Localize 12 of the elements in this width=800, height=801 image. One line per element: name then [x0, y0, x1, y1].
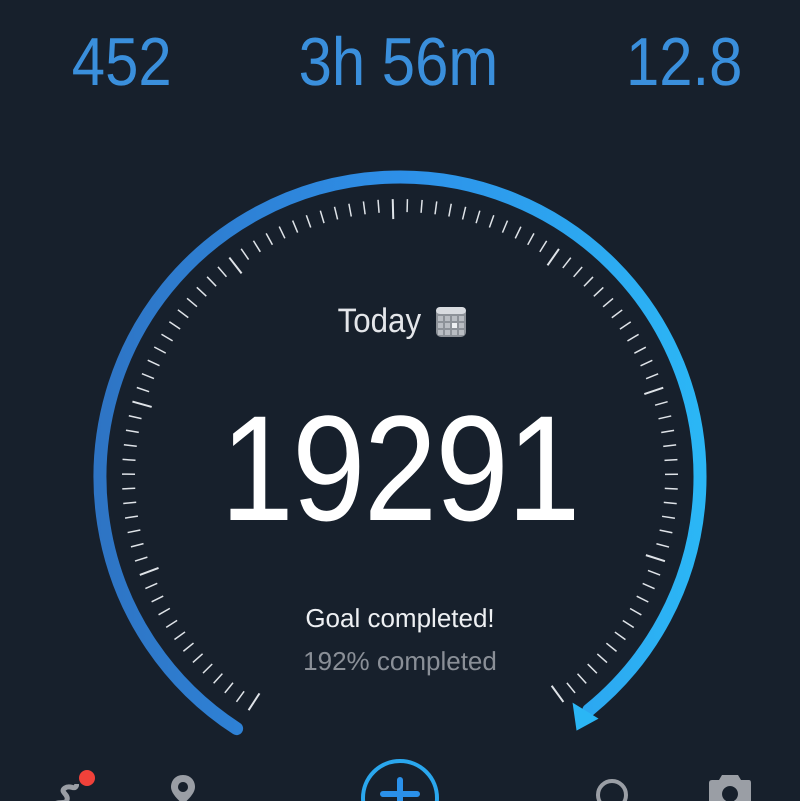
stat-value: 12.8	[626, 23, 742, 102]
goal-status: Goal completed!	[305, 603, 495, 634]
calendar-icon[interactable]	[436, 306, 466, 336]
completion-percent: 192% completed	[303, 646, 497, 677]
stat-value: 3h 56m	[298, 23, 498, 102]
stat-value: 452	[72, 23, 172, 102]
search-icon[interactable]	[595, 778, 629, 801]
add-button[interactable]	[360, 758, 440, 801]
period-label: Today	[337, 302, 421, 341]
step-count: 19291	[220, 393, 580, 543]
camera-icon[interactable]	[708, 774, 752, 801]
location-pin-icon[interactable]	[170, 774, 196, 801]
